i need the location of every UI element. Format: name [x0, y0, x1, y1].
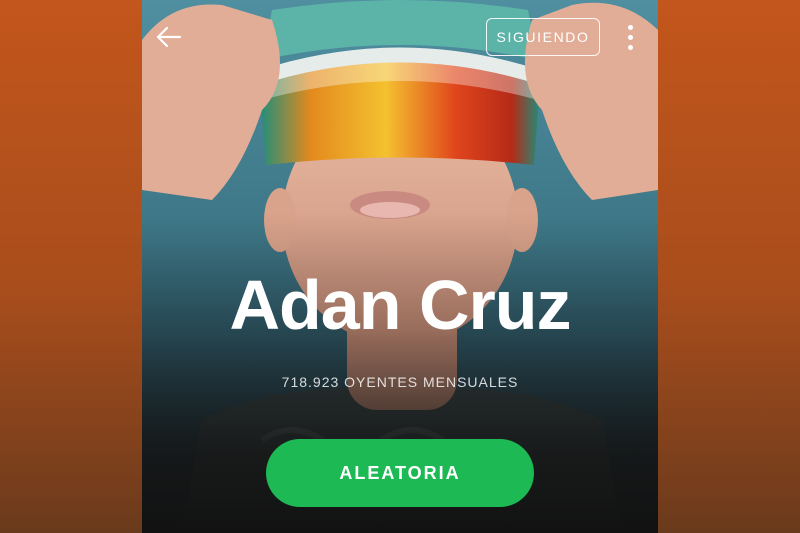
artist-name: Adan Cruz — [229, 266, 572, 344]
artist-screen: SIGUIENDO Adan Cruz 718.923 OYENTES MENS… — [142, 0, 658, 533]
following-button[interactable]: SIGUIENDO — [486, 18, 600, 56]
monthly-listeners: 718.923 OYENTES MENSUALES — [281, 374, 519, 390]
shuffle-play-button[interactable]: ALEATORIA — [266, 439, 534, 507]
back-button[interactable] — [154, 22, 184, 52]
arrow-left-icon — [156, 26, 182, 48]
more-vertical-icon — [627, 24, 633, 30]
more-options-button[interactable] — [618, 20, 642, 54]
